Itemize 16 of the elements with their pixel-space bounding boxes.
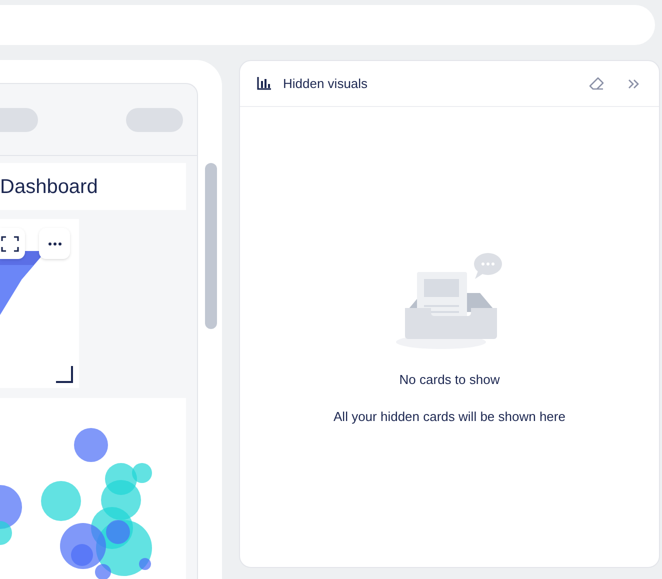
- expand-icon: [1, 236, 19, 252]
- bubble: [41, 481, 81, 521]
- eraser-icon: [589, 76, 605, 90]
- clear-button[interactable]: [588, 74, 606, 92]
- empty-state-title: No cards to show: [399, 371, 500, 389]
- panel-title: Hidden visuals: [283, 74, 368, 93]
- more-icon: [48, 242, 62, 246]
- scrollbar[interactable]: [205, 163, 217, 329]
- resize-handle-icon[interactable]: [56, 366, 73, 383]
- dashboard-title: Dashboard: [0, 174, 98, 200]
- bar-chart-icon: [257, 77, 271, 90]
- empty-state-message: All your hidden cards will be shown here: [334, 408, 566, 426]
- bubble: [74, 428, 108, 462]
- double-chevron-icon: [628, 78, 640, 88]
- expand-button[interactable]: [0, 228, 25, 259]
- more-button[interactable]: [39, 228, 70, 259]
